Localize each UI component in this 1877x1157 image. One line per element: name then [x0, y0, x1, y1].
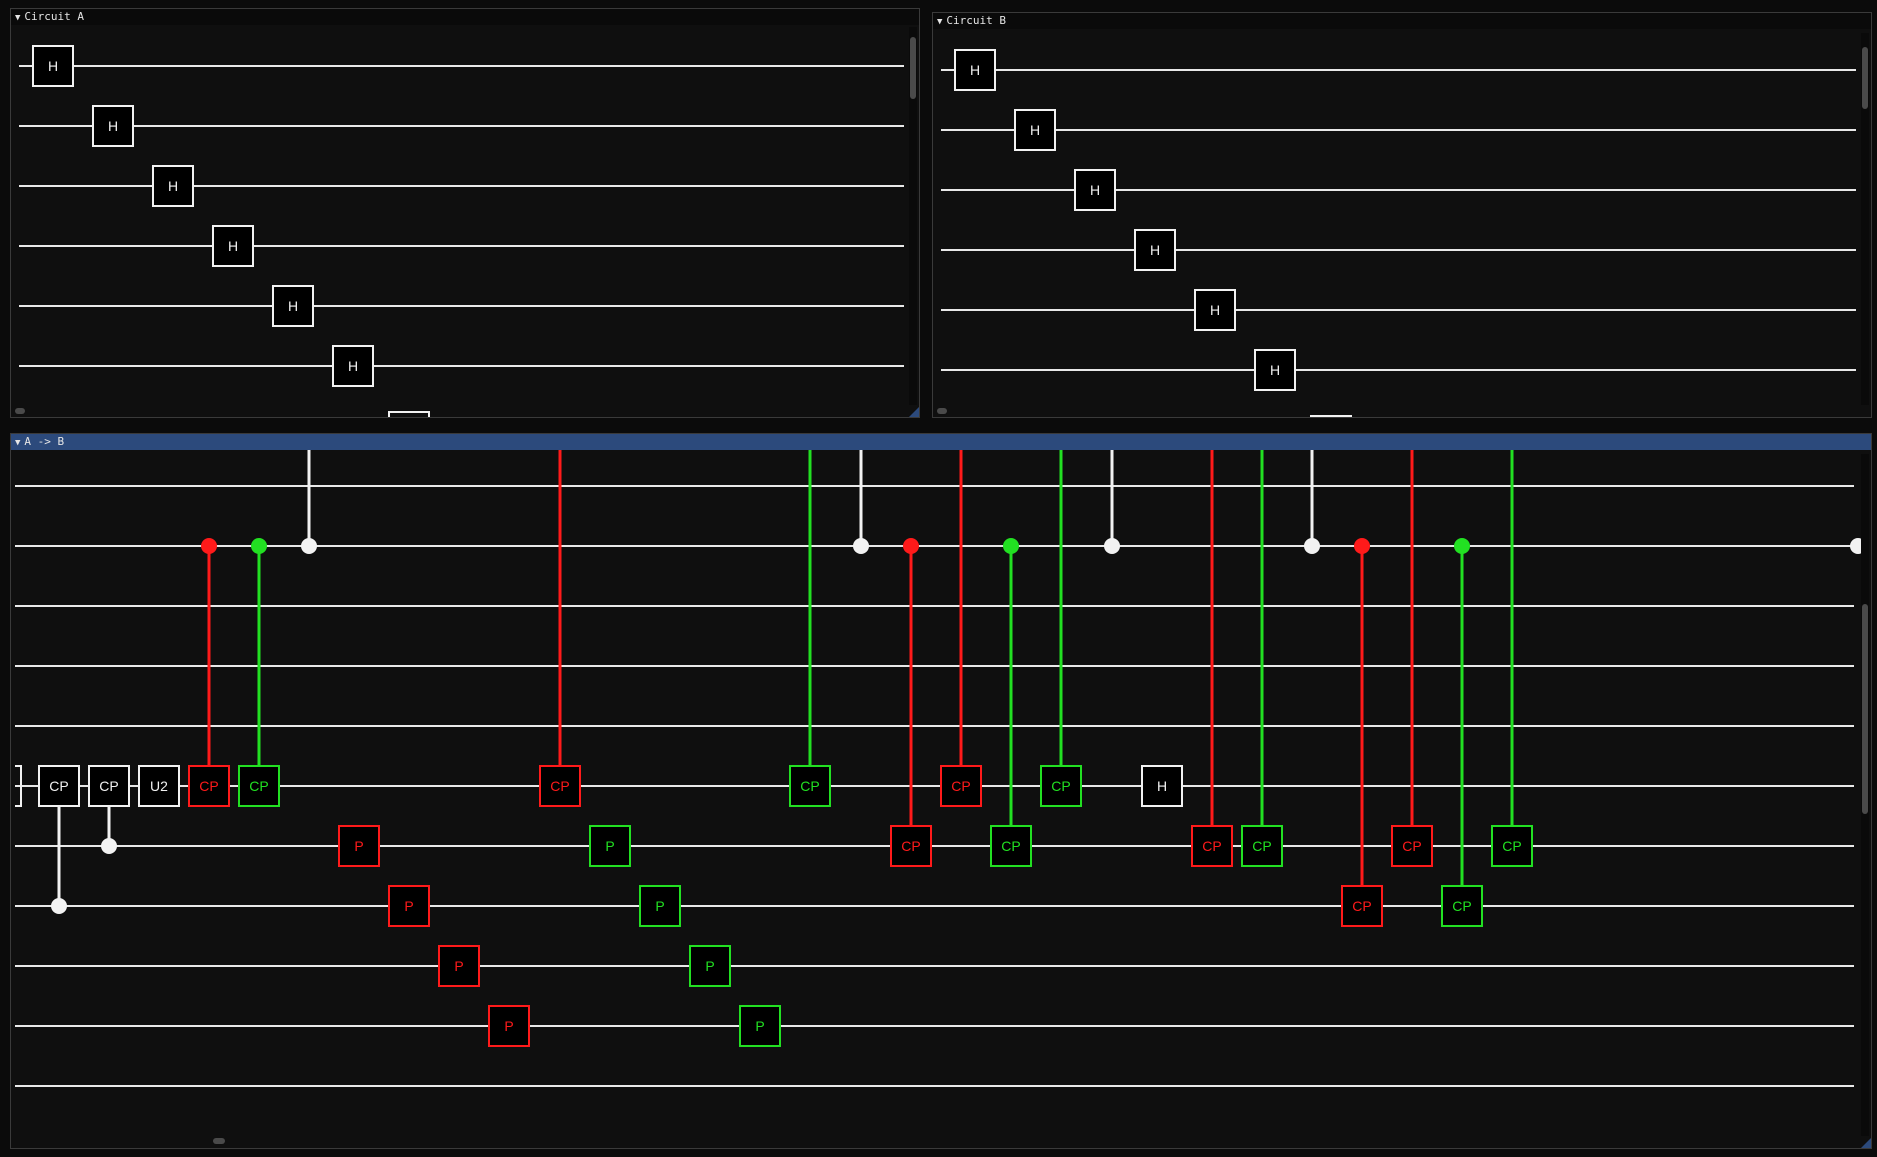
gate-label: H [1270, 362, 1280, 378]
gate-label: H [1157, 778, 1167, 794]
gate-box [1310, 415, 1352, 417]
gate-label: CP [199, 778, 218, 794]
a-to-b-window[interactable]: ▼ A -> B CP CP U2 CP CP P P P P CP P P P P CP CP CP CP CP H C… [10, 433, 1872, 1149]
circuit-a-canvas[interactable]: H H H H H H [11, 25, 919, 417]
window-title: A -> B [24, 435, 65, 448]
gate-label: H [168, 178, 178, 194]
a-to-b-canvas[interactable]: CP CP U2 CP CP P P P P CP P P P P CP CP CP CP CP H CP CP CP CP C… [11, 450, 1871, 1148]
vertical-scrollbar[interactable] [909, 27, 917, 405]
window-title: Circuit A [24, 10, 85, 23]
scrollbar-thumb[interactable] [1862, 604, 1868, 814]
a-to-b-titlebar[interactable]: ▼ A -> B [11, 434, 1871, 450]
gate-label: CP [1502, 838, 1521, 854]
collapse-triangle-icon[interactable]: ▼ [937, 14, 942, 30]
gate-label: CP [550, 778, 569, 794]
gate-label: CP [99, 778, 118, 794]
control-dot [1454, 538, 1470, 554]
collapse-triangle-icon[interactable]: ▼ [15, 435, 20, 451]
vertical-scrollbar[interactable] [1861, 33, 1869, 405]
circuit-b-window[interactable]: ▼ Circuit B H H H H H H [932, 12, 1872, 418]
gate-label: H [1030, 122, 1040, 138]
control-dot [1354, 538, 1370, 554]
gate-label: H [108, 118, 118, 134]
control-dot [1003, 538, 1019, 554]
gate-label: H [1210, 302, 1220, 318]
a-to-b-diagram: CP CP U2 CP CP P P P P CP P P P P CP CP CP CP CP H CP CP CP CP C… [15, 450, 1866, 1087]
control-dot [903, 538, 919, 554]
control-dot [1304, 538, 1320, 554]
gate-label: H [1150, 242, 1160, 258]
control-dot [853, 538, 869, 554]
scrollbar-thumb[interactable] [910, 37, 916, 99]
gate-label: CP [1452, 898, 1471, 914]
gate-label: CP [800, 778, 819, 794]
gate-label: CP [951, 778, 970, 794]
gate-label: P [504, 1018, 513, 1034]
gate-label: H [1090, 182, 1100, 198]
gate-label: CP [1352, 898, 1371, 914]
control-dot [201, 538, 217, 554]
resize-grip-icon[interactable] [909, 407, 919, 417]
gate-label: CP [249, 778, 268, 794]
control-dot [301, 538, 317, 554]
gate-label: CP [1001, 838, 1020, 854]
gate-label: P [454, 958, 463, 974]
circuit-a-titlebar[interactable]: ▼ Circuit A [11, 9, 919, 25]
gate-label: H [288, 298, 298, 314]
resize-grip-icon[interactable] [1861, 1138, 1871, 1148]
window-title: Circuit B [946, 14, 1007, 27]
gate-label: CP [1402, 838, 1421, 854]
gate-label: U2 [150, 778, 168, 794]
circuit-b-titlebar[interactable]: ▼ Circuit B [933, 13, 1871, 29]
circuit-a-window[interactable]: ▼ Circuit A H H H H H H [10, 8, 920, 418]
vertical-scrollbar[interactable] [1861, 454, 1869, 1136]
gate-label: P [354, 838, 363, 854]
circuit-a-diagram: H H H H H H [19, 45, 904, 417]
horizontal-scrollbar-thumb[interactable] [937, 408, 947, 414]
gate-label: P [605, 838, 614, 854]
gate-label: P [755, 1018, 764, 1034]
circuit-b-diagram: H H H H H H [941, 49, 1856, 417]
gate-label: H [970, 62, 980, 78]
gate-label: CP [1252, 838, 1271, 854]
gate-label: P [404, 898, 413, 914]
scrollbar-thumb[interactable] [1862, 47, 1868, 109]
control-dot [101, 838, 117, 854]
gate-label: H [48, 58, 58, 74]
gate-label: P [705, 958, 714, 974]
gate-label: H [228, 238, 238, 254]
gate-label: H [348, 358, 358, 374]
horizontal-scrollbar-thumb[interactable] [15, 408, 25, 414]
horizontal-scrollbar-thumb[interactable] [213, 1138, 225, 1144]
circuit-b-canvas[interactable]: H H H H H H [933, 29, 1871, 417]
control-dot [51, 898, 67, 914]
control-dot [1104, 538, 1120, 554]
control-dot [251, 538, 267, 554]
collapse-triangle-icon[interactable]: ▼ [15, 10, 20, 26]
gate-label: P [655, 898, 664, 914]
gate-box [388, 411, 430, 417]
gate-label: CP [901, 838, 920, 854]
gate-label: CP [1202, 838, 1221, 854]
gate-label: CP [49, 778, 68, 794]
gate-label: CP [1051, 778, 1070, 794]
